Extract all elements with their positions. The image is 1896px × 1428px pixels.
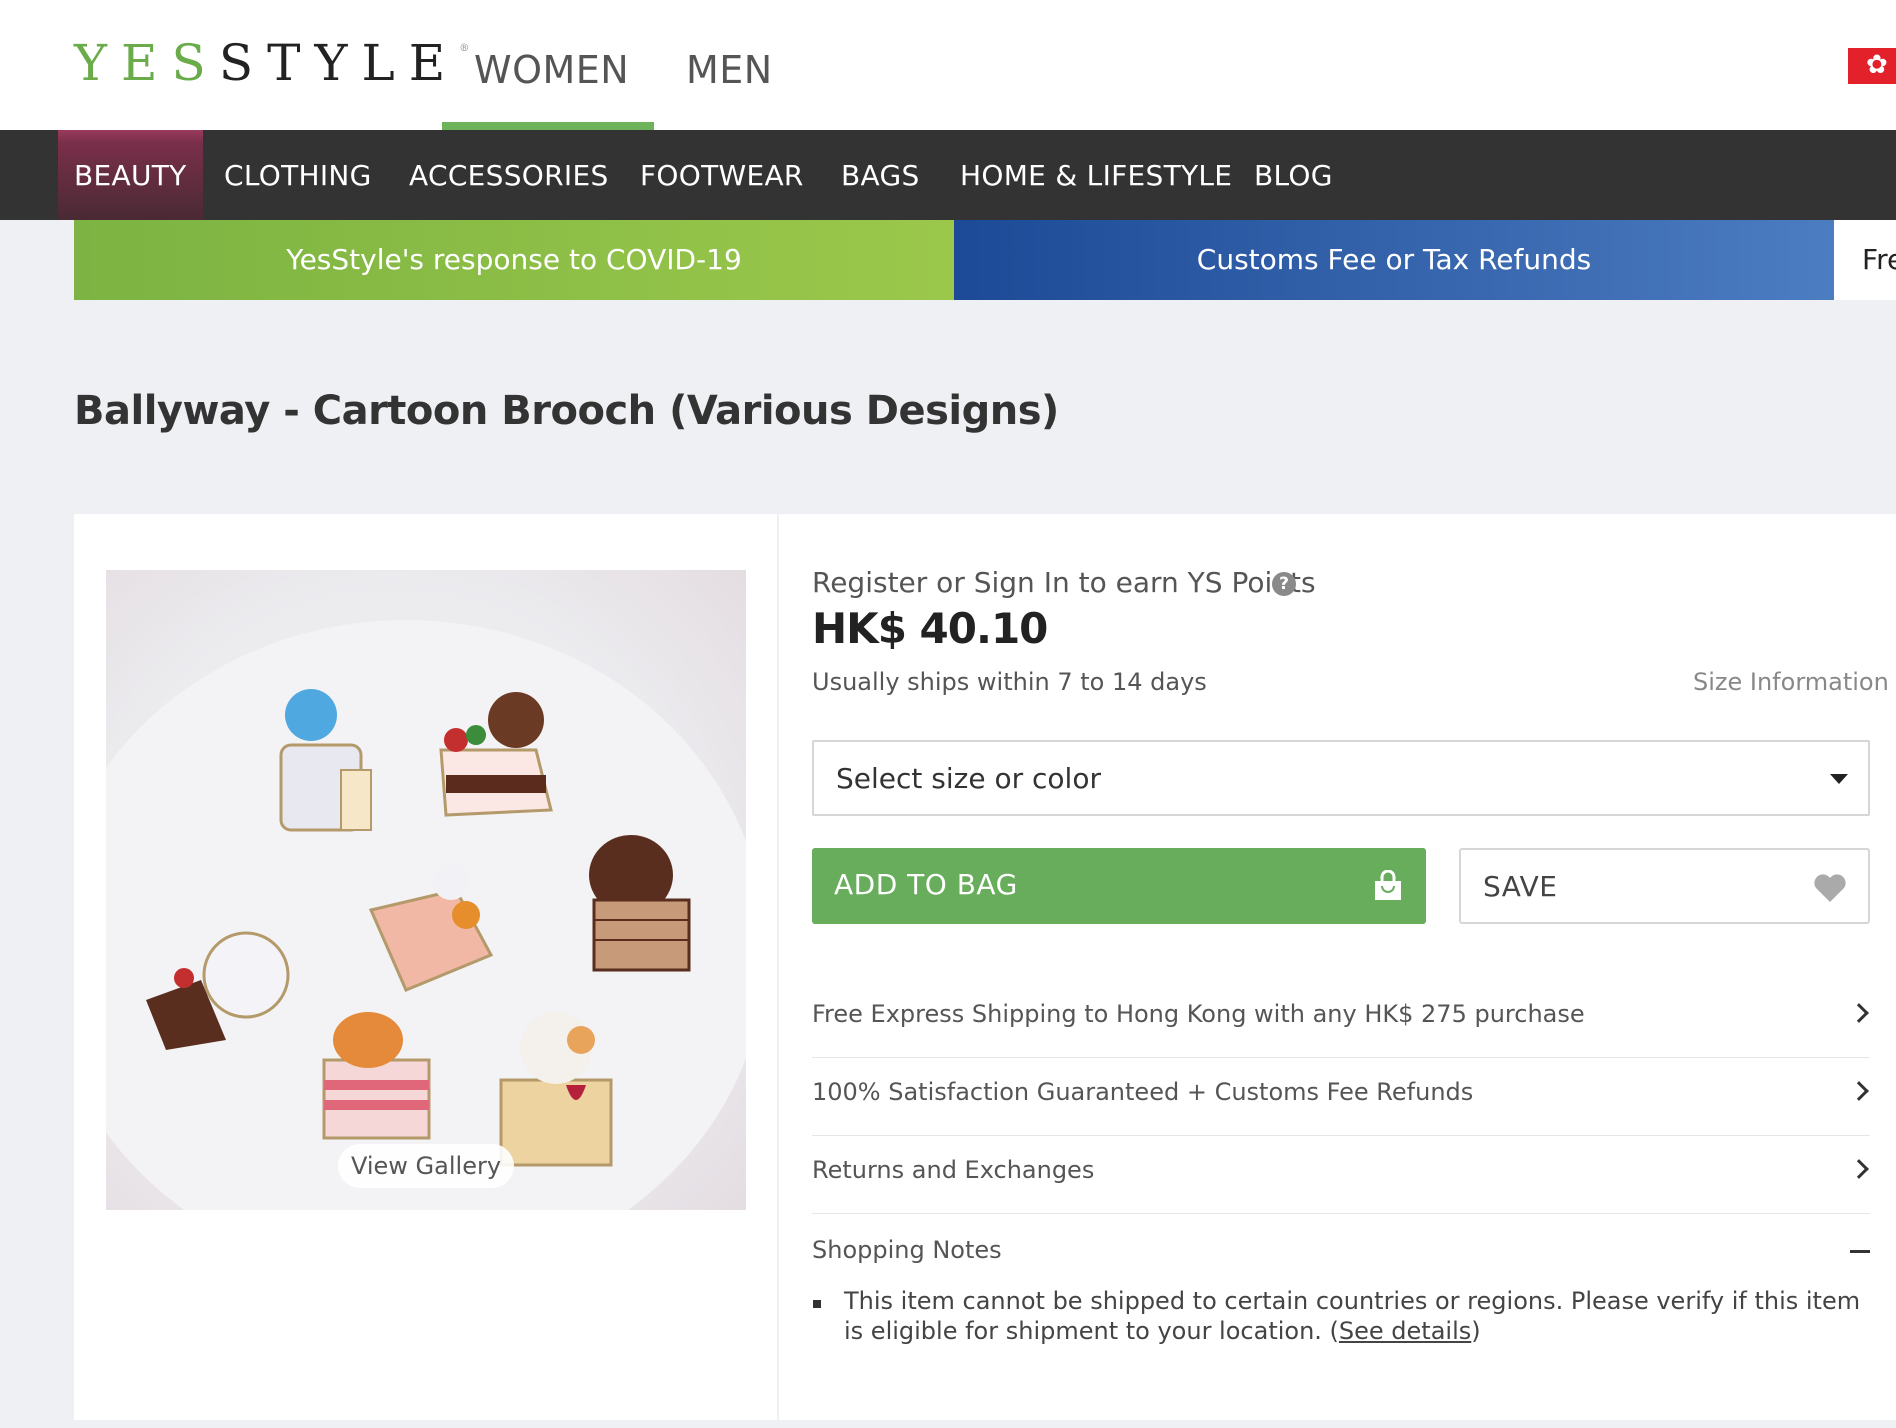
select-placeholder: Select size or color bbox=[836, 762, 1101, 795]
yesstyle-logo[interactable]: YESSTYLE® bbox=[74, 38, 469, 88]
save-label: SAVE bbox=[1483, 870, 1558, 903]
satisfaction-row[interactable]: 100% Satisfaction Guaranteed + Customs F… bbox=[812, 1058, 1870, 1136]
ys-points-prompt[interactable]: Register or Sign In to earn YS Points bbox=[812, 566, 1316, 599]
free-shipping-label: Free Express Shipping to Hong Kong with … bbox=[812, 1000, 1585, 1028]
brooch-illustration bbox=[106, 620, 746, 1210]
size-color-select[interactable]: Select size or color bbox=[812, 740, 1870, 816]
tab-women[interactable]: WOMEN bbox=[474, 48, 629, 92]
product-title: Ballyway - Cartoon Brooch (Various Desig… bbox=[74, 388, 1059, 434]
hk-flag-icon[interactable]: ✿ bbox=[1848, 48, 1896, 84]
heart-icon bbox=[1814, 874, 1846, 902]
chevron-right-icon bbox=[1849, 1081, 1869, 1101]
shipping-estimate: Usually ships within 7 to 14 days bbox=[812, 668, 1207, 696]
free-shipping-row[interactable]: Free Express Shipping to Hong Kong with … bbox=[812, 980, 1870, 1058]
minus-icon bbox=[1850, 1250, 1870, 1253]
active-tab-indicator bbox=[442, 122, 654, 130]
chevron-right-icon bbox=[1849, 1003, 1869, 1023]
caret-down-icon bbox=[1830, 774, 1848, 784]
add-to-bag-label: ADD TO BAG bbox=[834, 868, 1018, 901]
shipping-restriction-note: This item cannot be shipped to certain c… bbox=[844, 1287, 1861, 1345]
nav-item-home-lifestyle[interactable]: HOME & LIFESTYLE bbox=[960, 130, 1232, 220]
satisfaction-label: 100% Satisfaction Guaranteed + Customs F… bbox=[812, 1078, 1474, 1106]
product-price: HK$ 40.10 bbox=[812, 604, 1048, 653]
size-information-link[interactable]: Size Information bbox=[1693, 668, 1889, 696]
help-icon[interactable]: ? bbox=[1272, 572, 1296, 596]
tab-men[interactable]: MEN bbox=[686, 48, 773, 92]
site-header: YESSTYLE® WOMEN MEN ✿ bbox=[0, 0, 1896, 130]
view-gallery-button[interactable]: View Gallery bbox=[338, 1144, 514, 1188]
promo-customs-refunds[interactable]: Customs Fee or Tax Refunds bbox=[954, 220, 1834, 300]
chevron-right-icon bbox=[1849, 1159, 1869, 1179]
card-divider bbox=[777, 514, 779, 1420]
promo-covid[interactable]: YesStyle's response to COVID-19 bbox=[74, 220, 954, 300]
nav-item-clothing[interactable]: CLOTHING bbox=[224, 130, 372, 220]
nav-item-bags[interactable]: BAGS bbox=[841, 130, 920, 220]
add-to-bag-button[interactable]: ADD TO BAG bbox=[812, 848, 1426, 924]
save-button[interactable]: SAVE bbox=[1459, 848, 1870, 924]
product-image[interactable] bbox=[106, 570, 746, 1210]
nav-item-beauty[interactable]: BEAUTY bbox=[58, 130, 203, 220]
nav-item-blog[interactable]: BLOG bbox=[1254, 130, 1333, 220]
see-details-link[interactable]: See details bbox=[1339, 1317, 1471, 1345]
shopping-notes-label: Shopping Notes bbox=[812, 1236, 1002, 1264]
category-nav: BEAUTY CLOTHING ACCESSORIES FOOTWEAR BAG… bbox=[0, 130, 1896, 220]
nav-item-footwear[interactable]: FOOTWEAR bbox=[640, 130, 804, 220]
shopping-notes-row[interactable]: Shopping Notes bbox=[812, 1214, 1870, 1274]
nav-item-accessories[interactable]: ACCESSORIES bbox=[409, 130, 609, 220]
shopping-bag-icon bbox=[1375, 870, 1401, 900]
note-bullet bbox=[813, 1300, 821, 1308]
returns-row[interactable]: Returns and Exchanges bbox=[812, 1136, 1870, 1214]
promo-free-shipping[interactable]: Fre bbox=[1834, 220, 1896, 300]
returns-label: Returns and Exchanges bbox=[812, 1156, 1095, 1184]
